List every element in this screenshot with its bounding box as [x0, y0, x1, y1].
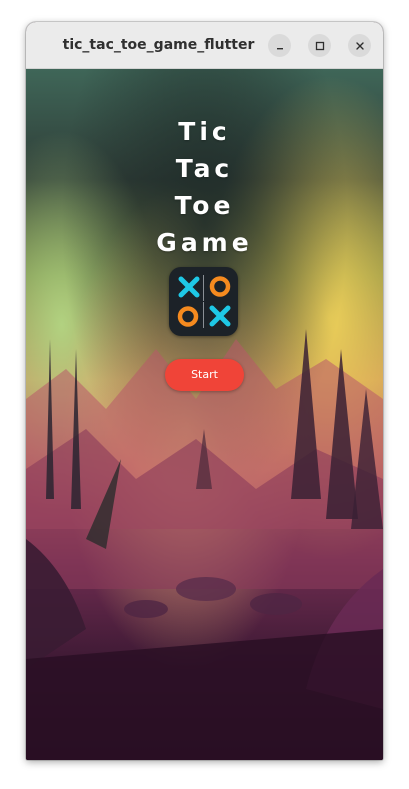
- minimize-button[interactable]: [268, 34, 291, 57]
- maximize-button[interactable]: [308, 34, 331, 57]
- game-title: Tic Tac Toe Game: [26, 113, 383, 261]
- title-line: Toe: [174, 191, 235, 220]
- start-button[interactable]: Start: [165, 359, 244, 391]
- minimize-icon: [276, 47, 283, 49]
- title-line: Game: [156, 228, 253, 257]
- title-line: Tic: [178, 117, 231, 146]
- app-window: tic_tac_toe_game_flutter Tic Tac Toe Gam…: [26, 22, 383, 760]
- title-line: Tac: [175, 154, 234, 183]
- window-title: tic_tac_toe_game_flutter: [62, 37, 255, 53]
- desktop: tic_tac_toe_game_flutter Tic Tac Toe Gam…: [0, 0, 409, 789]
- tic-tac-toe-logo: [169, 267, 238, 336]
- game-screen: Tic Tac Toe Game Start: [26, 69, 383, 760]
- close-icon: [355, 41, 364, 50]
- maximize-icon: [315, 41, 324, 50]
- tic-tac-toe-logo-icon: [177, 275, 231, 328]
- title-bar[interactable]: tic_tac_toe_game_flutter: [26, 22, 383, 69]
- close-button[interactable]: [348, 34, 371, 57]
